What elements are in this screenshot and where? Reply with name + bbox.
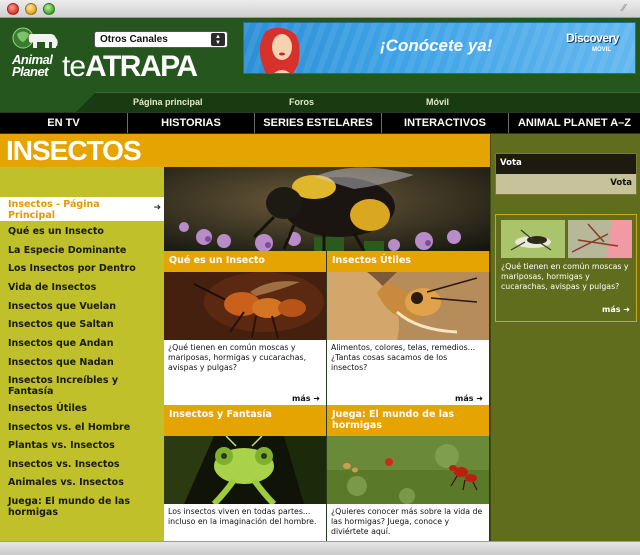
nav-en-tv[interactable]: EN TV	[0, 113, 128, 133]
sidebar-item-vs-insectos[interactable]: Insectos vs. Insectos	[8, 459, 158, 470]
resize-grip-icon[interactable]: ⁄⁄	[622, 3, 634, 15]
poll-box: Vota Vota	[495, 153, 637, 195]
tile-title[interactable]: Juega: El mundo de las hormigas	[327, 405, 489, 436]
wasp-illustration	[164, 272, 326, 340]
ants-illustration	[327, 436, 489, 504]
more-label: más	[602, 305, 621, 314]
sidebar-item-home[interactable]: Insectos - Página Principal ➜	[0, 197, 164, 221]
tile-title[interactable]: Qué es un Insecto	[164, 251, 326, 272]
brand-atrapa: ATRAPA	[85, 50, 198, 83]
window-status-bar	[0, 541, 640, 555]
ants-image	[327, 436, 489, 504]
discovery-movil-logo: Discovery MÓVIL	[566, 31, 632, 67]
bee-photo-illustration	[164, 167, 490, 251]
arrow-right-icon: ➜	[313, 394, 320, 403]
mantis-image	[164, 436, 326, 504]
section-sidebar: Insectos - Página Principal ➜ Qué es un …	[0, 167, 164, 541]
sidebar-item-que-es[interactable]: Qué es un Insecto	[8, 226, 158, 237]
tile-insectos-utiles[interactable]: Insectos Útiles Alimentos, colores, tela…	[327, 251, 489, 405]
nav-interactivos[interactable]: INTERACTIVOS	[382, 113, 509, 133]
sidebar-item-utiles[interactable]: Insectos Útiles	[8, 403, 158, 414]
butterfly-illustration	[327, 272, 489, 340]
sidebar-item-vs-hombre[interactable]: Insectos vs. el Hombre	[8, 422, 158, 433]
other-channels-value: Otros Canales	[100, 34, 168, 45]
tile-more-link[interactable]: más ➜	[455, 394, 483, 403]
logo-line-2: Planet	[12, 64, 49, 79]
tile-insectos-fantasia[interactable]: Insectos y Fantasía Los insectos viven e…	[164, 405, 326, 541]
poll-bar: Vota	[496, 174, 636, 194]
sidebar-item-nadan[interactable]: Insectos que Nadan	[8, 357, 158, 368]
banner-headline: ¡Conócete ya!	[380, 36, 493, 55]
logo-wordmark: Animal Planet	[12, 53, 53, 79]
brand-te: te	[62, 50, 86, 83]
tile-title[interactable]: Insectos y Fantasía	[164, 405, 326, 436]
close-window-button[interactable]	[7, 3, 19, 15]
other-channels-select[interactable]: Otros Canales ▲ ▼	[94, 31, 228, 48]
sidebar-item-vida[interactable]: Vida de Insectos	[8, 282, 158, 293]
zoom-window-button[interactable]	[43, 3, 55, 15]
main-navigation: EN TV HISTORIAS SERIES ESTELARES INTERAC…	[0, 113, 640, 133]
tile-more-link[interactable]: más ➜	[292, 394, 320, 403]
promo-description: ¿Qué tienen en común moscas y mariposas,…	[501, 262, 629, 291]
nav-series-estelares[interactable]: SERIES ESTELARES	[255, 113, 382, 133]
sidebar-item-andan[interactable]: Insectos que Andan	[8, 338, 158, 349]
vote-button[interactable]: Vota	[610, 178, 632, 188]
right-column: Vota Vota ¿Qué tienen en común moscas y …	[490, 134, 640, 541]
minimize-window-button[interactable]	[25, 3, 37, 15]
select-arrows-icon: ▲ ▼	[211, 33, 225, 46]
wasp-image	[164, 272, 326, 340]
promo-box[interactable]: ¿Qué tienen en común moscas y mariposas,…	[495, 214, 637, 322]
movil-wordmark: MÓVIL	[592, 47, 611, 53]
tile-description: Los insectos viven en todas partes... in…	[168, 507, 317, 526]
promo-insect-image-1	[501, 220, 565, 258]
promo-more-link[interactable]: más ➜	[602, 305, 630, 314]
tile-description: ¿Qué tienen en común moscas y mariposas,…	[168, 343, 307, 372]
sidebar-item-animales[interactable]: Animales vs. Insectos	[8, 477, 158, 488]
discovery-ad-banner[interactable]: ¡Conócete ya! Discovery MÓVIL	[243, 22, 636, 74]
banner-woman-illustration	[259, 27, 300, 73]
browser-window: ⁄⁄ Animal Planet teATRAPA Otros Canales …	[0, 0, 640, 555]
poll-title: Vota	[500, 158, 522, 168]
site-brand[interactable]: teATRAPA	[62, 50, 198, 84]
promo-insect-image-2	[568, 220, 632, 258]
sidebar-item-increibles[interactable]: Insectos Increíbles y Fantasía	[8, 375, 136, 397]
tile-description: Alimentos, colores, telas, remedios... ¿…	[331, 343, 476, 372]
sidebar-item-por-dentro[interactable]: Los Insectos por Dentro	[8, 263, 158, 274]
more-label: más	[455, 394, 474, 403]
page-title: INSECTOS	[6, 135, 142, 166]
nav-historias[interactable]: HISTORIAS	[128, 113, 255, 133]
tile-title[interactable]: Insectos Útiles	[327, 251, 489, 272]
subnav-forums-link[interactable]: Foros	[289, 97, 314, 107]
tile-que-es-insecto[interactable]: Qué es un Insecto ¿Qué tienen en común m…	[164, 251, 326, 405]
window-titlebar: ⁄⁄	[0, 0, 640, 18]
page-title-band: INSECTOS	[0, 134, 490, 167]
butterfly-image	[327, 272, 489, 340]
arrow-right-icon: ➜	[153, 203, 161, 213]
subnav-notch	[76, 92, 96, 112]
sidebar-item-saltan[interactable]: Insectos que Saltan	[8, 319, 158, 330]
subnav-home-link[interactable]: Página principal	[133, 97, 203, 107]
tile-juega-hormigas[interactable]: Juega: El mundo de las hormigas ¿Quieres…	[327, 405, 489, 541]
tile-description: ¿Quieres conocer más sobre la vida de la…	[331, 507, 483, 536]
arrow-right-icon: ➜	[623, 305, 630, 314]
sidebar-item-juega[interactable]: Juega: El mundo de las hormigas	[8, 496, 156, 518]
subnav-mobile-link[interactable]: Móvil	[426, 97, 449, 107]
arrow-right-icon: ➜	[476, 394, 483, 403]
sidebar-item-home-label: Insectos - Página Principal	[8, 199, 100, 221]
mantis-illustration	[164, 436, 326, 504]
sidebar-item-especie-dominante[interactable]: La Especie Dominante	[8, 245, 158, 256]
more-label: más	[292, 394, 311, 403]
nav-animal-planet-a-z[interactable]: ANIMAL PLANET A–Z	[509, 113, 640, 133]
discovery-wordmark: Discovery	[566, 31, 619, 45]
sidebar-item-vuelan[interactable]: Insectos que Vuelan	[8, 301, 158, 312]
site-header: Animal Planet teATRAPA Otros Canales ▲ ▼ …	[0, 18, 640, 112]
sidebar-item-plantas[interactable]: Plantas vs. Insectos	[8, 440, 158, 451]
sub-navigation: Página principal Foros Móvil	[76, 92, 640, 112]
hero-bee-image	[164, 167, 490, 251]
